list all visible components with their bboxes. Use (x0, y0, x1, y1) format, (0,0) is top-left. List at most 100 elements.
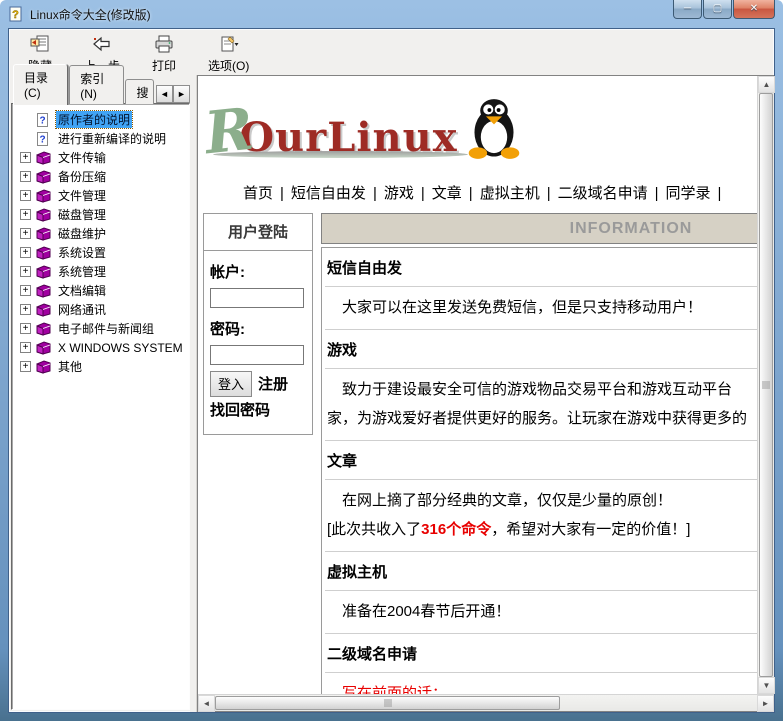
tab-scroll-right-button[interactable]: ► (173, 85, 190, 103)
options-toolbar-button[interactable]: 选项(O) (201, 32, 256, 76)
tree-item-label[interactable]: 文件传输 (56, 149, 108, 166)
tree-item-label[interactable]: 系统设置 (56, 244, 108, 261)
info-section-body: 在网上摘了部分经典的文章，仅仅是少量的原创！[此次共收入了316个命令，希望对大… (325, 480, 757, 552)
vertical-scrollbar[interactable]: ▲ ▼ (757, 76, 774, 694)
printer-icon (154, 35, 174, 56)
account-label: 帐户: (210, 261, 307, 282)
book-icon (35, 322, 51, 336)
nav-link[interactable]: 同学录 (666, 185, 711, 202)
tree-item[interactable]: + 磁盘管理 (20, 205, 187, 224)
tree-item-label[interactable]: 电子邮件与新闻组 (56, 320, 156, 337)
tree-item[interactable]: + 文件管理 (20, 186, 187, 205)
svg-text:?: ? (12, 9, 19, 21)
tree-item-label[interactable]: 磁盘维护 (56, 225, 108, 242)
login-button[interactable]: 登入 (210, 371, 252, 397)
tree-item[interactable]: + 其他 (20, 357, 187, 376)
info-text-line: 写在前面的话： (327, 679, 757, 694)
nav-link[interactable]: 首页 (243, 185, 273, 202)
vertical-scroll-thumb[interactable] (759, 93, 773, 677)
tree-item[interactable]: + X WINDOWS SYSTEM (20, 338, 187, 357)
info-section-body: 写在前面的话：我是个Free（自由）的人，更喜欢Free（免费）的东东，虽然UR… (325, 673, 757, 694)
nav-link[interactable]: 二级域名申请 (558, 185, 648, 202)
close-button[interactable]: ✕ (733, 0, 775, 19)
account-input[interactable] (210, 288, 304, 308)
tree-item-label[interactable]: 备份压缩 (56, 168, 108, 185)
tree-item[interactable]: + 磁盘维护 (20, 224, 187, 243)
password-label: 密码: (210, 318, 307, 339)
tree-item[interactable]: + 文件传输 (20, 148, 187, 167)
expand-plus-icon[interactable]: + (20, 209, 31, 220)
expand-plus-icon[interactable]: + (20, 323, 31, 334)
tree-item-label[interactable]: 文件管理 (56, 187, 108, 204)
tree-item[interactable]: + 备份压缩 (20, 167, 187, 186)
tree-item[interactable]: + 网络通讯 (20, 300, 187, 319)
maximize-button[interactable]: ▢ (703, 0, 732, 19)
expand-plus-icon[interactable]: + (20, 285, 31, 296)
tab-contents[interactable]: 目录(C) (13, 64, 68, 105)
print-toolbar-button[interactable]: 打印 (141, 32, 187, 76)
expand-plus-icon[interactable]: + (20, 304, 31, 315)
scroll-down-button[interactable]: ▼ (758, 677, 775, 694)
highlighted-text: 316个命令 (421, 521, 491, 538)
horizontal-scrollbar[interactable]: ◄ ► (198, 694, 774, 711)
scroll-right-button[interactable]: ► (757, 695, 774, 712)
window-title: Linux命令大全(修改版) (30, 6, 151, 23)
tree-item-label[interactable]: 网络通讯 (56, 301, 108, 318)
expand-plus-icon[interactable]: + (20, 266, 31, 277)
tab-search[interactable]: 搜 (125, 79, 154, 104)
scroll-track[interactable] (560, 695, 757, 711)
expand-plus-icon[interactable]: + (20, 152, 31, 163)
book-icon (35, 151, 51, 165)
tree-item-label[interactable]: X WINDOWS SYSTEM (56, 341, 185, 355)
nav-separator: | (366, 185, 384, 202)
tree-item[interactable]: + 电子邮件与新闻组 (20, 319, 187, 338)
nav-link[interactable]: 虚拟主机 (480, 185, 540, 202)
nav-link[interactable]: 短信自由发 (291, 185, 366, 202)
tab-scroll-left-button[interactable]: ◄ (156, 85, 173, 103)
expand-plus-icon[interactable]: + (20, 342, 31, 353)
information-panel: INFORMATION 短信自由发 大家可以在这里发送免费短信，但是只支持移动用… (321, 213, 757, 694)
scroll-up-button[interactable]: ▲ (758, 76, 775, 93)
help-topic-icon: ? (35, 113, 51, 127)
tree-item[interactable]: + 文档编辑 (20, 281, 187, 300)
scroll-left-button[interactable]: ◄ (198, 695, 215, 712)
info-text-line: 致力于建设最安全可信的游戏物品交易平台和游戏互动平台 (327, 375, 757, 404)
password-input[interactable] (210, 345, 304, 365)
tree-item[interactable]: ? 原作者的说明 (20, 110, 187, 129)
tree-item[interactable]: ?进行重新编译的说明 (20, 129, 187, 148)
tree-item-label[interactable]: 其他 (56, 358, 84, 375)
pane-splitter[interactable] (190, 75, 197, 712)
expand-plus-icon[interactable]: + (20, 171, 31, 182)
expand-plus-icon[interactable]: + (20, 247, 31, 258)
info-text-line: 大家可以在这里发送免费短信，但是只支持移动用户！ (327, 293, 757, 322)
info-section-title: 虚拟主机 (325, 552, 757, 591)
info-text-line: 准备在2004春节后开通！ (327, 597, 757, 626)
tree-item[interactable]: + 系统设置 (20, 243, 187, 262)
tree-item[interactable]: + 系统管理 (20, 262, 187, 281)
book-icon (35, 303, 51, 317)
nav-link[interactable]: 文章 (432, 185, 462, 202)
scroll-left-icon: ◄ (203, 699, 211, 708)
nav-link[interactable]: 游戏 (384, 185, 414, 202)
tree-item-label[interactable]: 原作者的说明 (56, 111, 132, 128)
tab-index[interactable]: 索引(N) (69, 65, 124, 104)
tree-item-label[interactable]: 系统管理 (56, 263, 108, 280)
minimize-button[interactable]: ─ (673, 0, 702, 19)
options-icon (219, 35, 239, 56)
info-section-title: 短信自由发 (325, 248, 757, 287)
arrow-right-icon: ► (177, 89, 186, 99)
titlebar[interactable]: ? Linux命令大全(修改版) ─ ▢ ✕ (0, 0, 783, 28)
topic-pane: R OurLinux (197, 75, 774, 712)
help-file-icon: ? (8, 6, 24, 22)
tree-item-label[interactable]: 文档编辑 (56, 282, 108, 299)
svg-text:?: ? (39, 115, 45, 126)
expand-plus-icon[interactable]: + (20, 361, 31, 372)
info-text-line: 在网上摘了部分经典的文章，仅仅是少量的原创！ (327, 486, 757, 515)
info-text-line: [此次共收入了316个命令，希望对大家有一定的价值！] (327, 515, 757, 544)
horizontal-scroll-thumb[interactable] (215, 696, 560, 710)
tree-item-label[interactable]: 磁盘管理 (56, 206, 108, 223)
expand-plus-icon[interactable]: + (20, 228, 31, 239)
info-section-body: 致力于建设最安全可信的游戏物品交易平台和游戏互动平台家，为游戏爱好者提供更好的服… (325, 369, 757, 441)
expand-plus-icon[interactable]: + (20, 190, 31, 201)
tree-item-label[interactable]: 进行重新编译的说明 (56, 130, 168, 147)
